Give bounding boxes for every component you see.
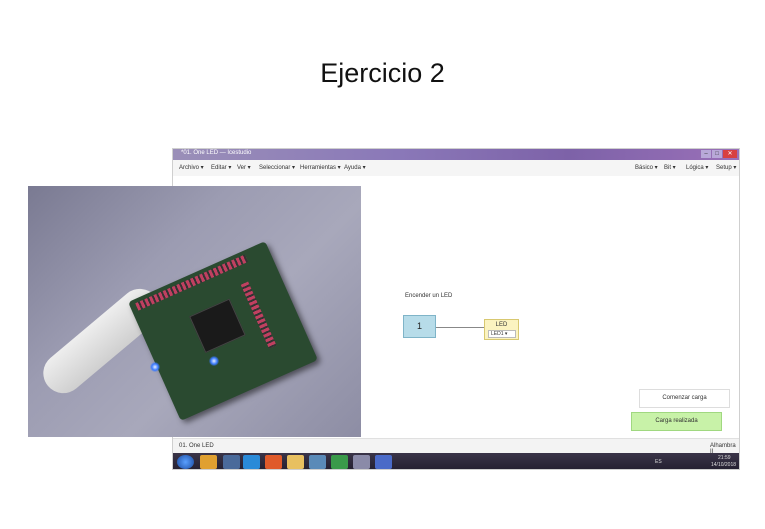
network-icon[interactable] [309,455,326,469]
folder-icon[interactable] [287,455,304,469]
close-icon[interactable]: ✕ [723,150,737,158]
menu-archivo[interactable]: Archivo ▾ [179,164,204,171]
word-icon[interactable] [375,455,392,469]
wire[interactable] [436,327,484,328]
blue-led-2 [209,356,219,366]
media-icon[interactable] [200,455,217,469]
app-icon[interactable] [223,455,240,469]
menu-bit[interactable]: Bit ▾ [664,164,676,171]
pin-header-side [240,281,277,349]
menu-logica[interactable]: Lógica ▾ [686,164,708,171]
alhambra-board [128,241,318,421]
menu-seleccionar[interactable]: Seleccionar ▾ [259,164,295,171]
window-titlebar[interactable]: *01. One LED — Icestudio – □ ✕ [173,149,739,160]
menubar: Archivo ▾ Editar ▾ Ver ▾ Seleccionar ▾ H… [173,160,739,177]
fpga-chip [189,298,246,354]
menu-basico[interactable]: Básico ▾ [635,164,658,171]
window-controls: – □ ✕ [701,150,737,158]
status-project: 01. One LED [179,443,214,449]
window-title: *01. One LED — Icestudio [181,150,252,156]
start-upload-button[interactable]: Comenzar carga [639,389,730,408]
menu-ver[interactable]: Ver ▾ [237,164,251,171]
slide-title: Ejercicio 2 [320,58,445,88]
menu-herramientas[interactable]: Herramientas ▾ [300,164,341,171]
upload-done-notice: Carga realizada [631,412,722,431]
icestudio-taskbar-icon[interactable] [353,455,370,469]
comment-text[interactable]: Encender un LED [405,293,452,299]
ie-icon[interactable] [243,455,260,469]
fpga-board-photo [28,186,361,437]
led-pin-select[interactable]: LED1 ▾ [488,330,516,338]
led-pin-value: LED1 [491,331,504,337]
led-block-title: LED [495,322,508,328]
menu-ayuda[interactable]: Ayuda ▾ [344,164,366,171]
start-icon[interactable] [177,455,194,469]
minimize-icon[interactable]: – [701,150,711,158]
menu-setup[interactable]: Setup ▾ [716,164,736,171]
lang-indicator[interactable]: ES [655,459,662,465]
maximize-icon[interactable]: □ [712,150,722,158]
blue-led-1 [150,362,160,372]
clock-date[interactable]: 14/10/2018 [711,462,736,468]
constant-block[interactable]: 1 [403,315,436,338]
chevron-down-icon: ▾ [504,331,508,337]
statusbar: 01. One LED Alhambra II [173,438,739,455]
excel-icon[interactable] [331,455,348,469]
led-output-block[interactable]: LED LED1 ▾ [484,319,519,340]
chrome-icon[interactable] [265,455,282,469]
clock-time[interactable]: 21:59 [718,455,731,461]
menu-editar[interactable]: Editar ▾ [211,164,231,171]
taskbar: ES 21:59 14/10/2018 [173,453,739,469]
